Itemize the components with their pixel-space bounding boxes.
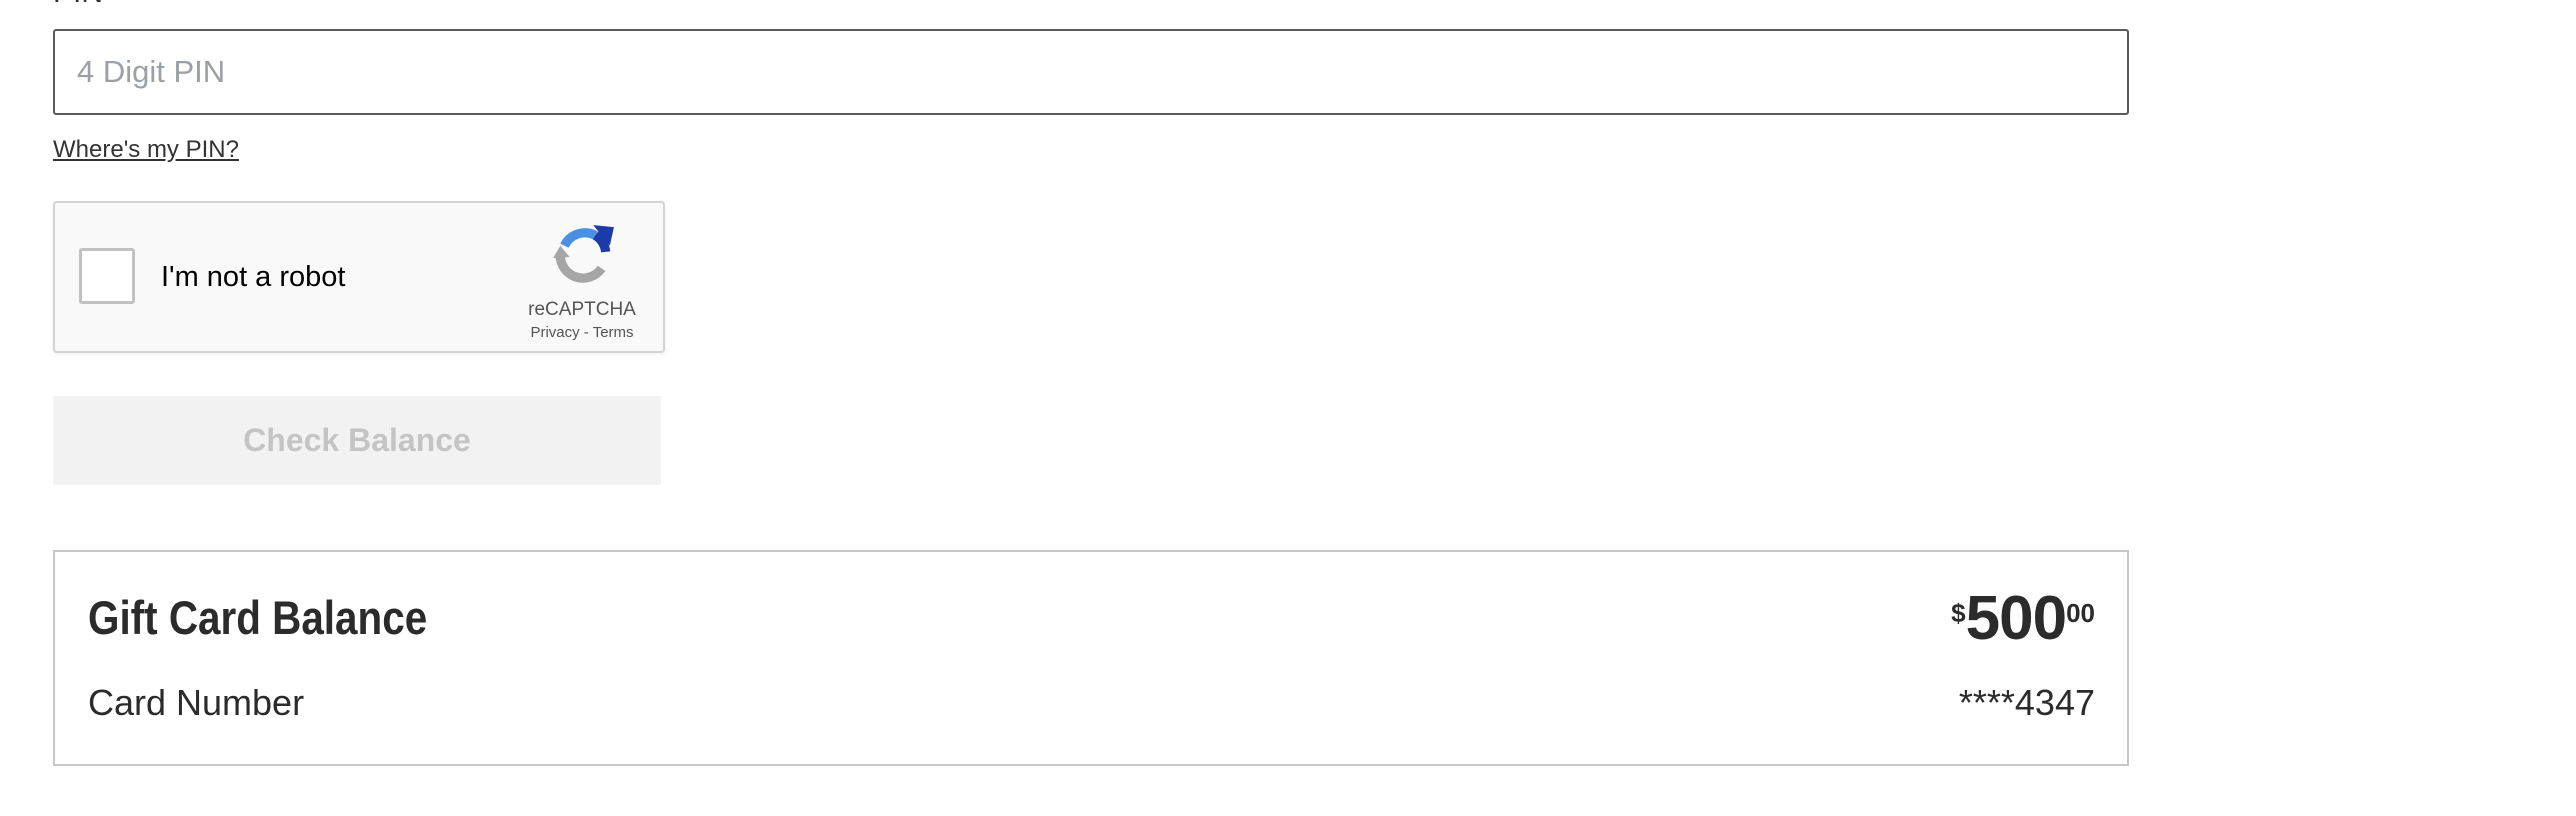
recaptcha-links: Privacy - Terms: [515, 324, 649, 341]
recaptcha-brand: reCAPTCHA: [528, 299, 636, 320]
pin-input[interactable]: [53, 29, 2129, 115]
wheres-my-pin-link[interactable]: Where's my PIN?: [53, 136, 239, 164]
card-number-label: Card Number: [88, 682, 305, 723]
gift-card-balance-page: PIN Where's my PIN? I'm not a robot reCA…: [0, 0, 2576, 816]
balance-dollars: 500: [1965, 584, 2067, 653]
balance-cents: 00: [2066, 598, 2095, 628]
check-balance-button[interactable]: Check Balance: [53, 396, 661, 485]
pin-label: PIN: [53, 0, 103, 8]
balance-title: Gift Card Balance: [88, 591, 428, 644]
recaptcha-widget: I'm not a robot reCAPTCHA Privacy - Term…: [53, 201, 665, 353]
balance-amount: $50000: [1951, 588, 2095, 650]
recaptcha-logo-icon: [553, 225, 614, 283]
currency-symbol: $: [1951, 598, 1966, 628]
recaptcha-label: I'm not a robot: [161, 261, 346, 293]
card-number-value: ****4347: [1958, 682, 2095, 723]
gift-card-balance-panel: Gift Card Balance $50000 Card Number ***…: [53, 550, 2129, 766]
recaptcha-checkbox[interactable]: [79, 248, 135, 304]
recaptcha-privacy-link[interactable]: Privacy: [530, 324, 579, 341]
recaptcha-links-separator: -: [579, 324, 593, 341]
recaptcha-terms-link[interactable]: Terms: [593, 324, 634, 341]
